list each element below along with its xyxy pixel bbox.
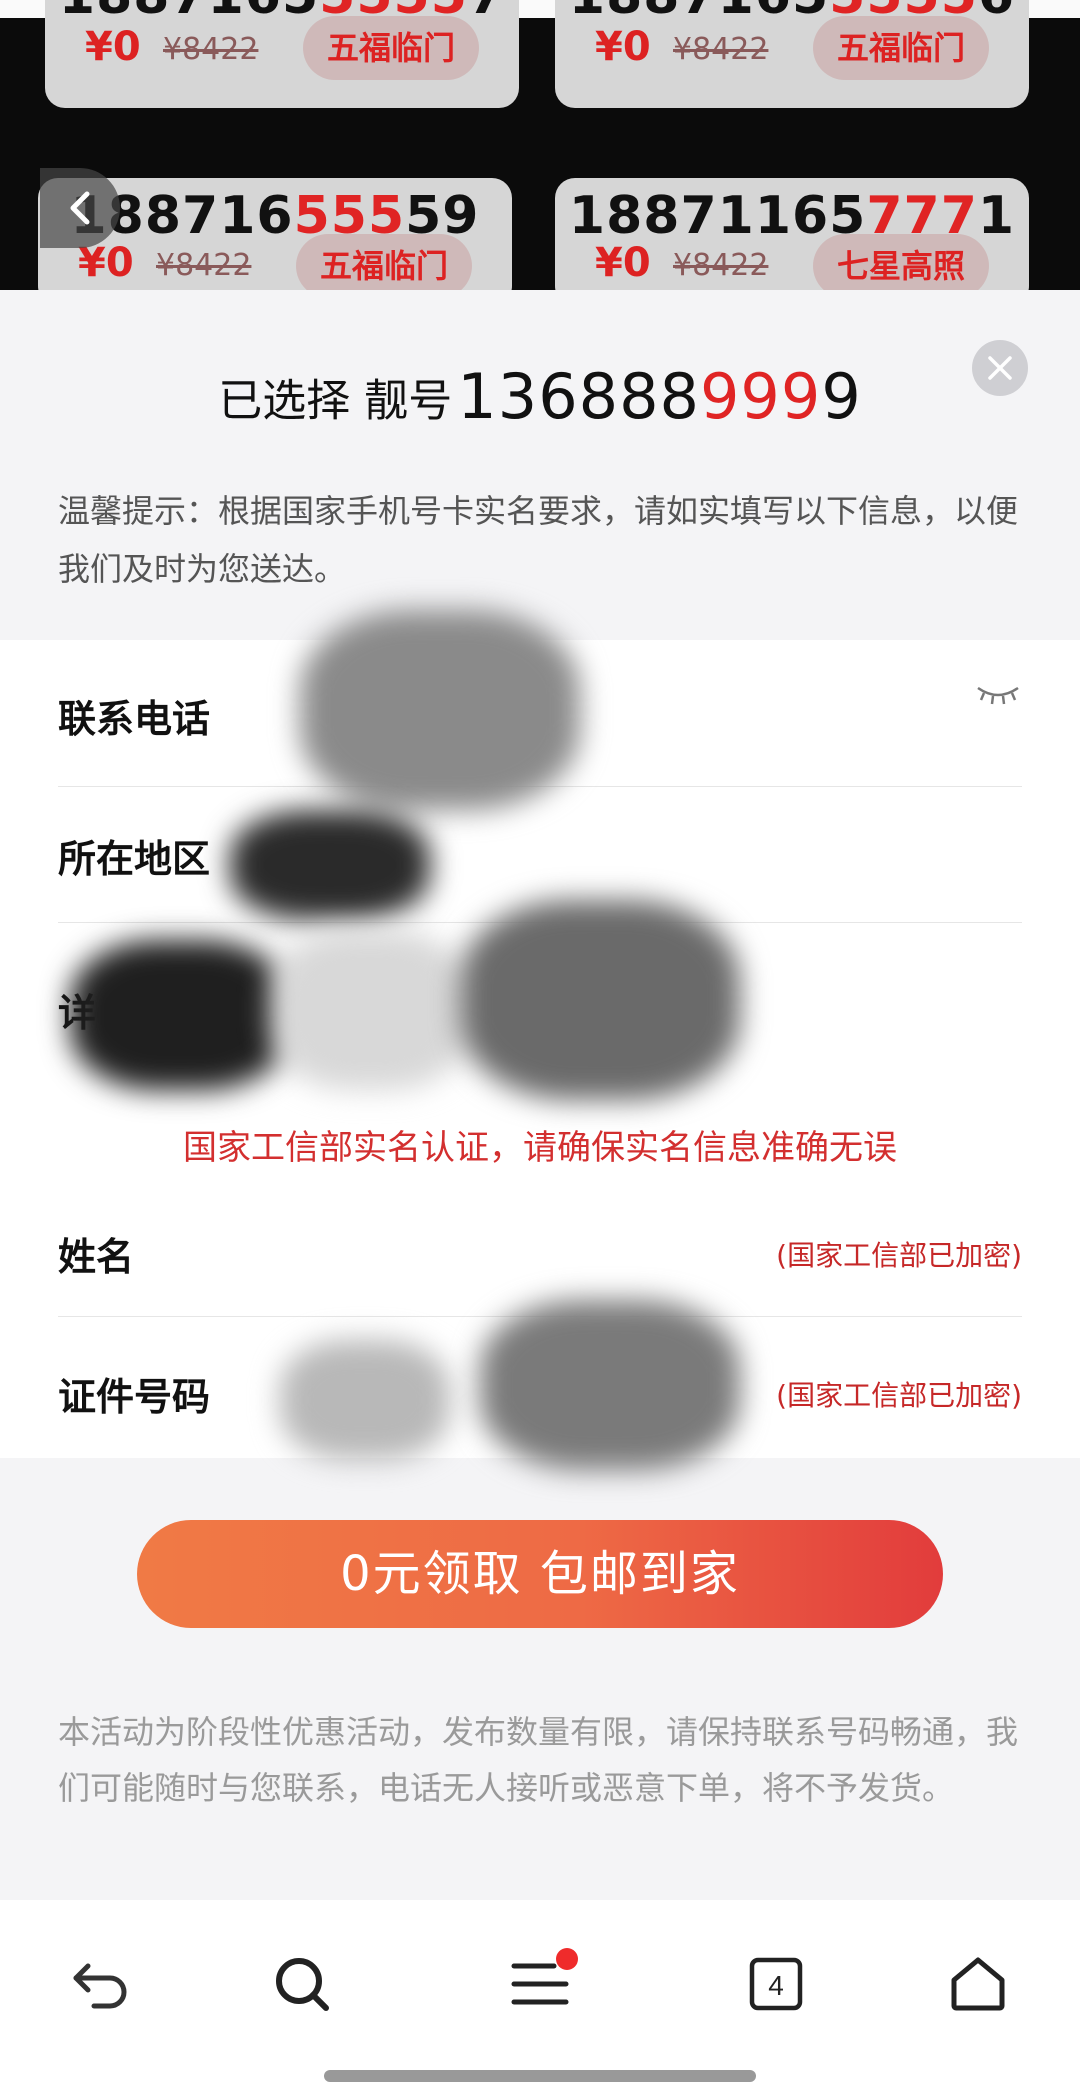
tabs-icon: 4 (749, 1957, 803, 2011)
realname-warning: 国家工信部实名认证，请确保实名信息准确无误 (183, 1128, 897, 1168)
home-indicator[interactable] (324, 2070, 756, 2082)
name-label: 姓名 (58, 1235, 135, 1279)
nav-search[interactable] (262, 1944, 342, 2024)
activity-disclaimer: 本活动为阶段性优惠活动，发布数量有限，请保持联系号码畅通，我们可能随时与您联系，… (58, 1713, 1019, 1807)
number-card[interactable]: 188716555556 ¥0 ¥8422 五福临门 (555, 0, 1029, 108)
notification-dot (556, 1948, 578, 1970)
order-sheet: 已选择 靓号 1368889999 温馨提示：根据国家手机号卡实名要求，请如实填… (0, 290, 1080, 2100)
number-card[interactable]: 188716555557 ¥0 ¥8422 五福临门 (45, 0, 519, 108)
redaction-mark (480, 1300, 740, 1470)
claim-button[interactable]: 0元领取 包邮到家 (137, 1520, 943, 1628)
home-icon (951, 1957, 1005, 2011)
selected-label: 已选择 靓号 (218, 375, 453, 427)
name-encrypted-note: (国家工信部已加密) (776, 1239, 1022, 1272)
redaction-mark (230, 810, 430, 920)
nav-home[interactable] (938, 1944, 1018, 2024)
name-row[interactable]: 姓名 (国家工信部已加密) (58, 1180, 1022, 1317)
selected-number-title: 已选择 靓号 1368889999 (0, 360, 1080, 433)
nav-menu[interactable] (500, 1944, 580, 2024)
redaction-mark (70, 940, 290, 1090)
card-original-price: ¥8422 (673, 248, 769, 283)
region-label: 所在地区 (58, 837, 211, 881)
nav-back[interactable] (62, 1944, 142, 2024)
card-original-price: ¥8422 (163, 32, 259, 67)
back-button[interactable] (40, 168, 120, 248)
card-price: ¥0 (595, 240, 651, 286)
chevron-left-icon (70, 191, 90, 225)
number-card[interactable]: 188711657771 ¥0 ¥8422 七星高照 (555, 178, 1029, 290)
card-price: ¥0 (85, 24, 141, 70)
contact-phone-label: 联系电话 (58, 697, 211, 741)
card-tag: 五福临门 (812, 16, 989, 80)
redaction-mark (460, 900, 740, 1100)
tip-text: 温馨提示：根据国家手机号卡实名要求，请如实填写以下信息，以便我们及时为您送达。 (58, 492, 1019, 588)
eye-closed-icon[interactable] (974, 680, 1022, 710)
card-tag: 五福临门 (302, 16, 479, 80)
card-original-price: ¥8422 (673, 32, 769, 67)
info-form: 联系电话 所在地区 详 国家工信部实名认证，请确保实名信息准确无误 姓名 (国家… (0, 610, 1080, 1470)
card-price: ¥0 (595, 24, 651, 70)
redaction-mark (280, 1340, 450, 1460)
selected-phone: 1368889999 (457, 360, 862, 433)
card-tag: 七星高照 (812, 234, 989, 290)
nav-tabs[interactable]: 4 (736, 1944, 816, 2024)
redaction-mark (270, 930, 470, 1090)
id-number-label: 证件号码 (58, 1375, 211, 1419)
tab-count: 4 (768, 1970, 784, 2001)
background-listing: 188716555557 ¥0 ¥8422 五福临门 188716555556 … (0, 0, 1080, 290)
search-icon (276, 1958, 329, 2011)
id-encrypted-note: (国家工信部已加密) (776, 1379, 1022, 1412)
card-original-price: ¥8422 (156, 248, 252, 283)
redaction-mark (300, 610, 580, 810)
card-tag: 五福临门 (295, 234, 472, 290)
back-icon (73, 1963, 127, 2009)
